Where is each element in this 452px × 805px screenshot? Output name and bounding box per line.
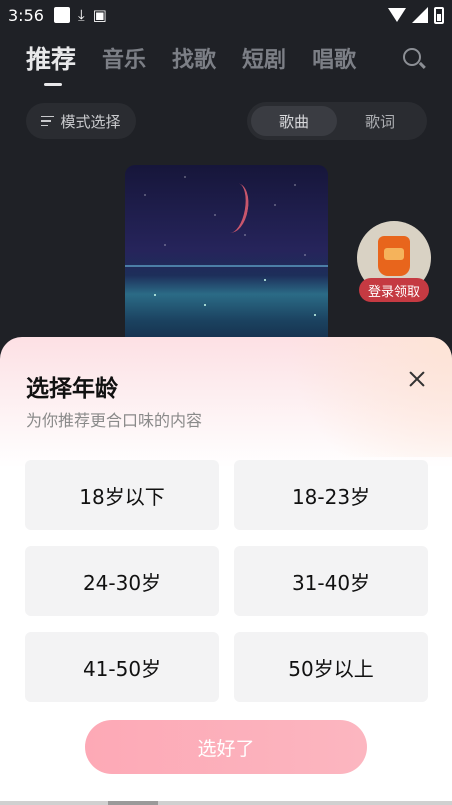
top-tabs: 推荐 音乐 找歌 短剧 唱歌 <box>26 38 356 86</box>
gift-label: 登录领取 <box>359 278 429 302</box>
age-option-under-18[interactable]: 18岁以下 <box>25 460 219 530</box>
status-bar: 3:56 ⤓ ▣ <box>0 0 452 30</box>
download-icon: ⤓ <box>77 6 85 24</box>
home-indicator[interactable] <box>0 801 452 805</box>
segment-songs[interactable]: 歌曲 <box>251 106 337 136</box>
signal-icon <box>412 7 428 23</box>
wifi-icon <box>388 8 406 22</box>
tab-short-drama[interactable]: 短剧 <box>242 42 286 74</box>
battery-icon <box>434 6 444 24</box>
age-option-31-40[interactable]: 31-40岁 <box>234 546 428 616</box>
login-gift-button[interactable]: 登录领取 <box>356 221 432 305</box>
age-select-sheet: 选择年龄 为你推荐更合口味的内容 18岁以下 18-23岁 24-30岁 31-… <box>0 337 452 805</box>
tab-recommend[interactable]: 推荐 <box>26 40 76 86</box>
font-icon: ▣ <box>92 6 107 24</box>
age-option-24-30[interactable]: 24-30岁 <box>25 546 219 616</box>
mode-select-label: 模式选择 <box>60 112 121 131</box>
status-time: 3:56 <box>8 5 44 25</box>
sheet-title: 选择年龄 <box>26 376 118 402</box>
age-option-41-50[interactable]: 41-50岁 <box>25 632 219 702</box>
age-options: 18岁以下 18-23岁 24-30岁 31-40岁 41-50岁 50岁以上 <box>25 460 428 702</box>
list-filter-icon <box>41 115 55 127</box>
search-icon[interactable] <box>402 47 426 71</box>
tab-sing[interactable]: 唱歌 <box>312 42 356 74</box>
segment-lyrics[interactable]: 歌词 <box>337 106 423 136</box>
close-icon[interactable] <box>405 367 429 391</box>
tab-music[interactable]: 音乐 <box>102 42 146 74</box>
confirm-button[interactable]: 选好了 <box>85 720 367 774</box>
mode-select-button[interactable]: 模式选择 <box>26 103 136 139</box>
song-lyrics-switch: 歌曲 歌词 <box>247 102 427 140</box>
tab-find-song[interactable]: 找歌 <box>172 42 216 74</box>
notification-square-icon <box>53 7 70 23</box>
sheet-subtitle: 为你推荐更合口味的内容 <box>26 411 203 430</box>
age-option-over-50[interactable]: 50岁以上 <box>234 632 428 702</box>
age-option-18-23[interactable]: 18-23岁 <box>234 460 428 530</box>
album-cover[interactable] <box>125 165 328 355</box>
